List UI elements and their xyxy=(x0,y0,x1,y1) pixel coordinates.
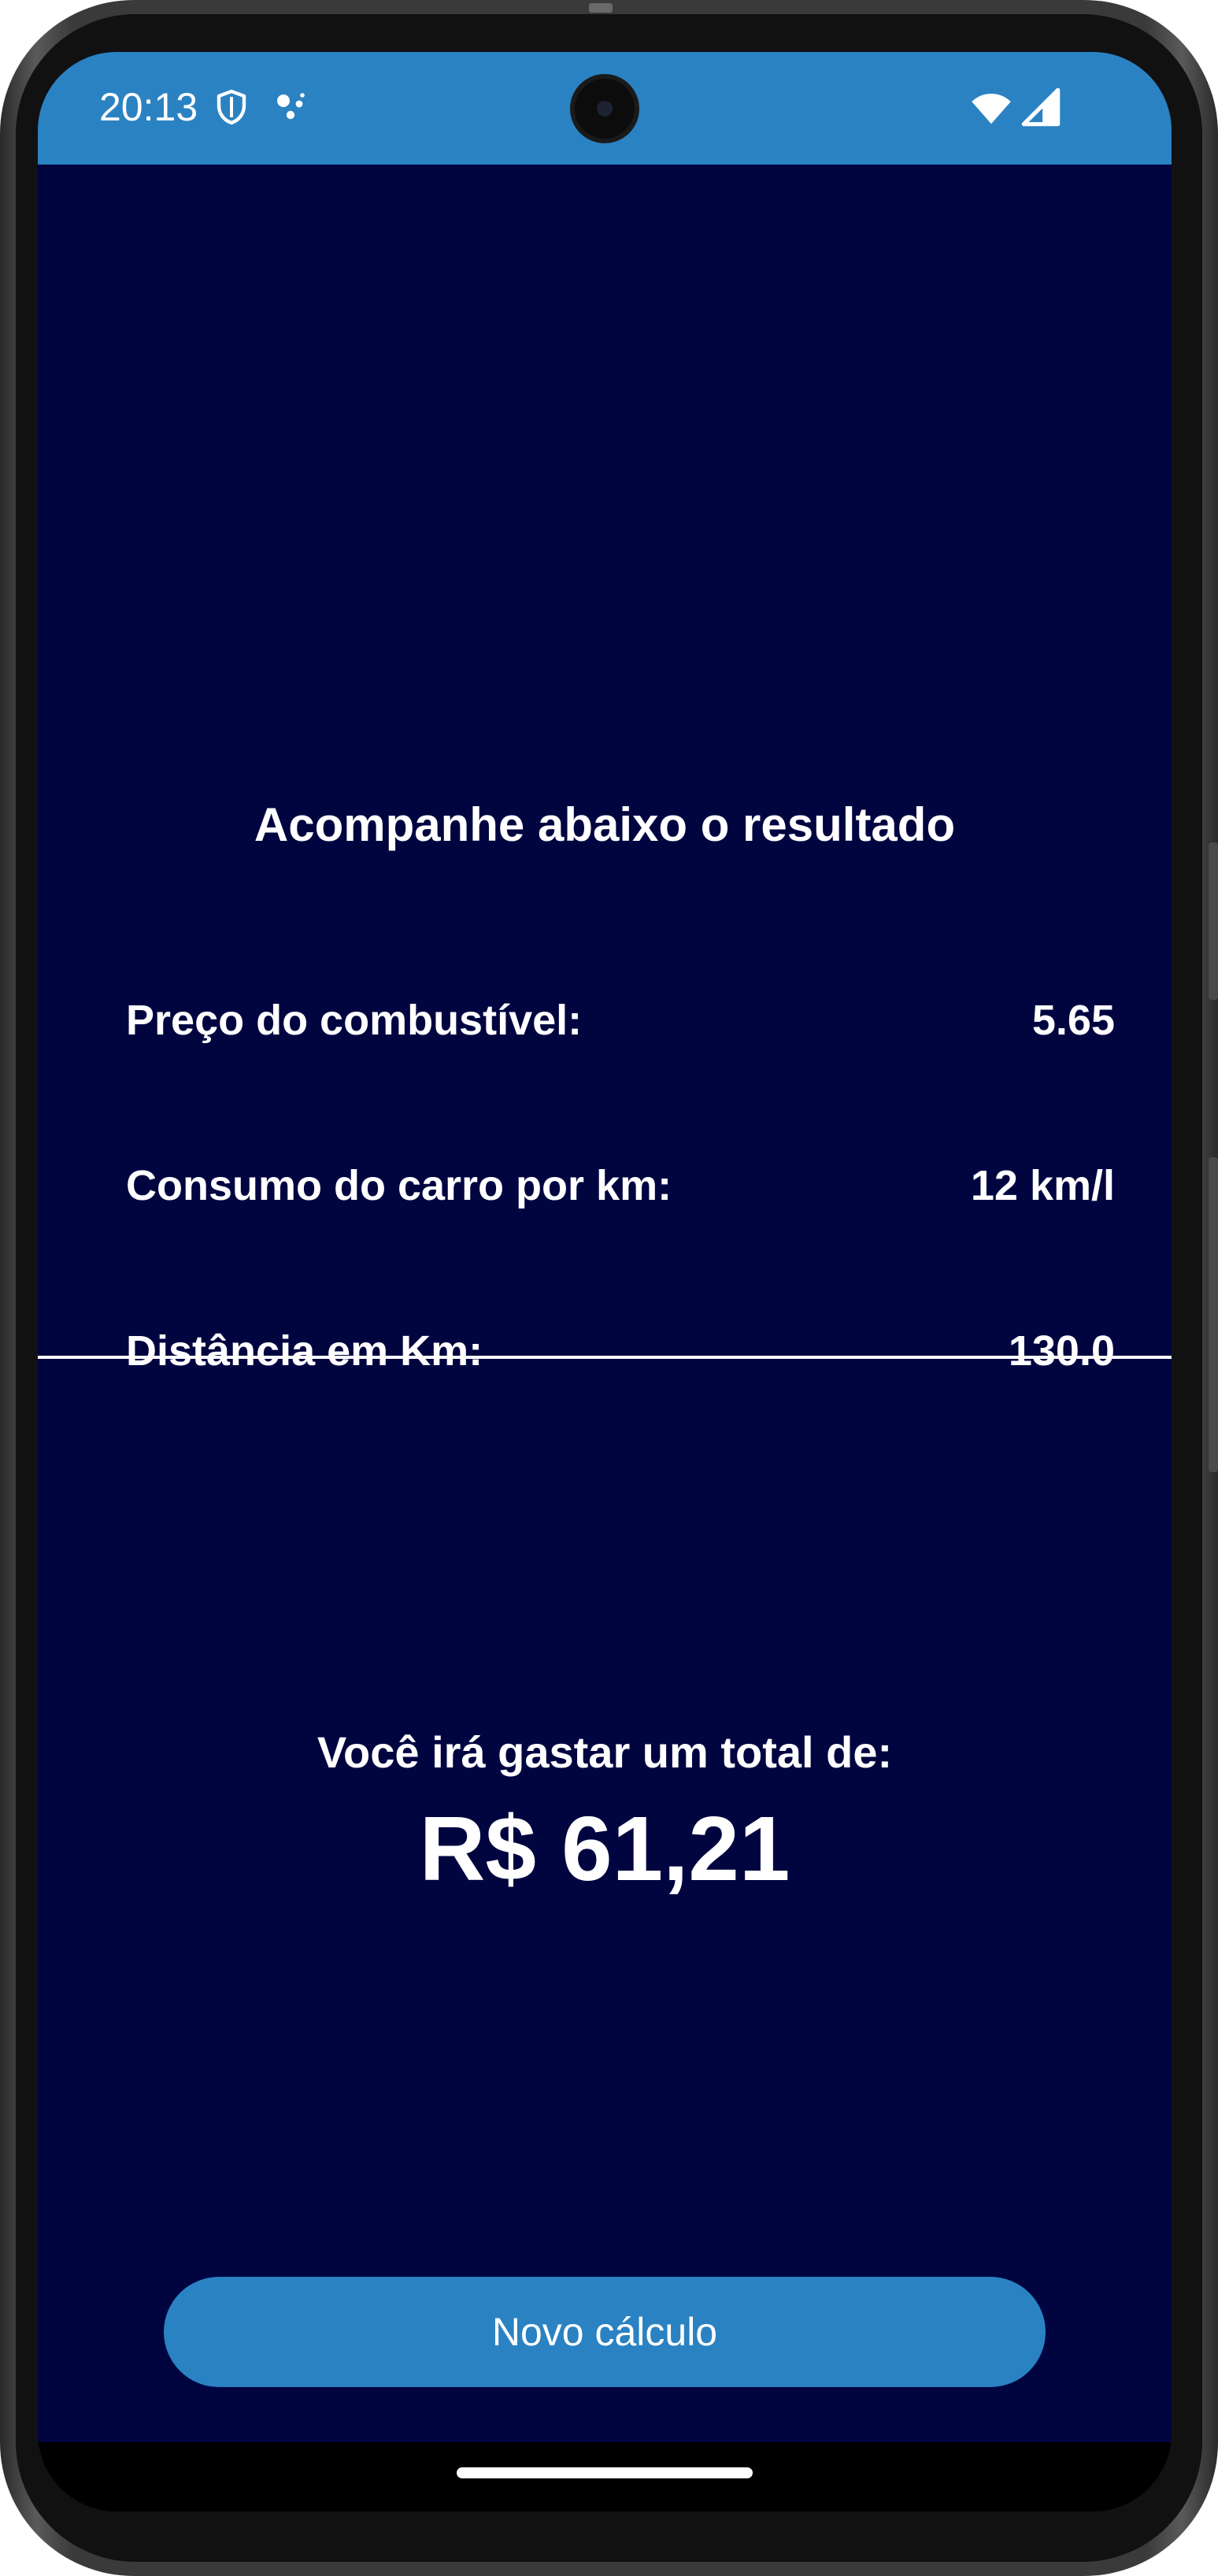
total-value: R$ 61,21 xyxy=(419,1797,790,1900)
home-indicator[interactable] xyxy=(457,2467,753,2478)
status-time: 20:13 xyxy=(99,85,198,129)
volume-button xyxy=(1209,842,1218,1000)
status-bar: 20:13 xyxy=(38,52,1172,165)
distance-row: Distância em Km: 130.0 xyxy=(126,1319,1115,1382)
new-calculation-button[interactable]: Novo cálculo xyxy=(164,2277,1046,2387)
fuel-price-row: Preço do combustível: 5.65 xyxy=(126,989,1115,1052)
assistant-dots-icon xyxy=(277,93,305,120)
app-screen: 20:13 Acompanhe abaixo o resultado Preço… xyxy=(38,52,1172,2511)
divider xyxy=(38,1356,1172,1359)
navigation-bar xyxy=(38,2442,1172,2511)
fuel-price-value: 5.65 xyxy=(1031,997,1115,1044)
total-label: Você irá gastar um total de: xyxy=(317,1727,893,1777)
fuel-price-label: Preço do combustível: xyxy=(126,997,583,1044)
phone-top-edge xyxy=(589,3,613,13)
car-consumption-value: 12 km/l xyxy=(970,1162,1115,1209)
phone-frame: 20:13 Acompanhe abaixo o resultado Preço… xyxy=(0,0,1218,2576)
car-consumption-label: Consumo do carro por km: xyxy=(126,1162,672,1209)
shield-icon xyxy=(217,89,246,125)
car-consumption-row: Consumo do carro por km: 12 km/l xyxy=(126,1154,1115,1217)
cellular-signal-icon xyxy=(1021,87,1061,127)
result-heading: Acompanhe abaixo o resultado xyxy=(254,798,956,851)
wifi-icon xyxy=(972,94,1011,124)
distance-label: Distância em Km: xyxy=(126,1327,483,1375)
distance-value: 130.0 xyxy=(1008,1327,1115,1375)
front-camera xyxy=(570,74,639,143)
power-button xyxy=(1209,1157,1218,1472)
